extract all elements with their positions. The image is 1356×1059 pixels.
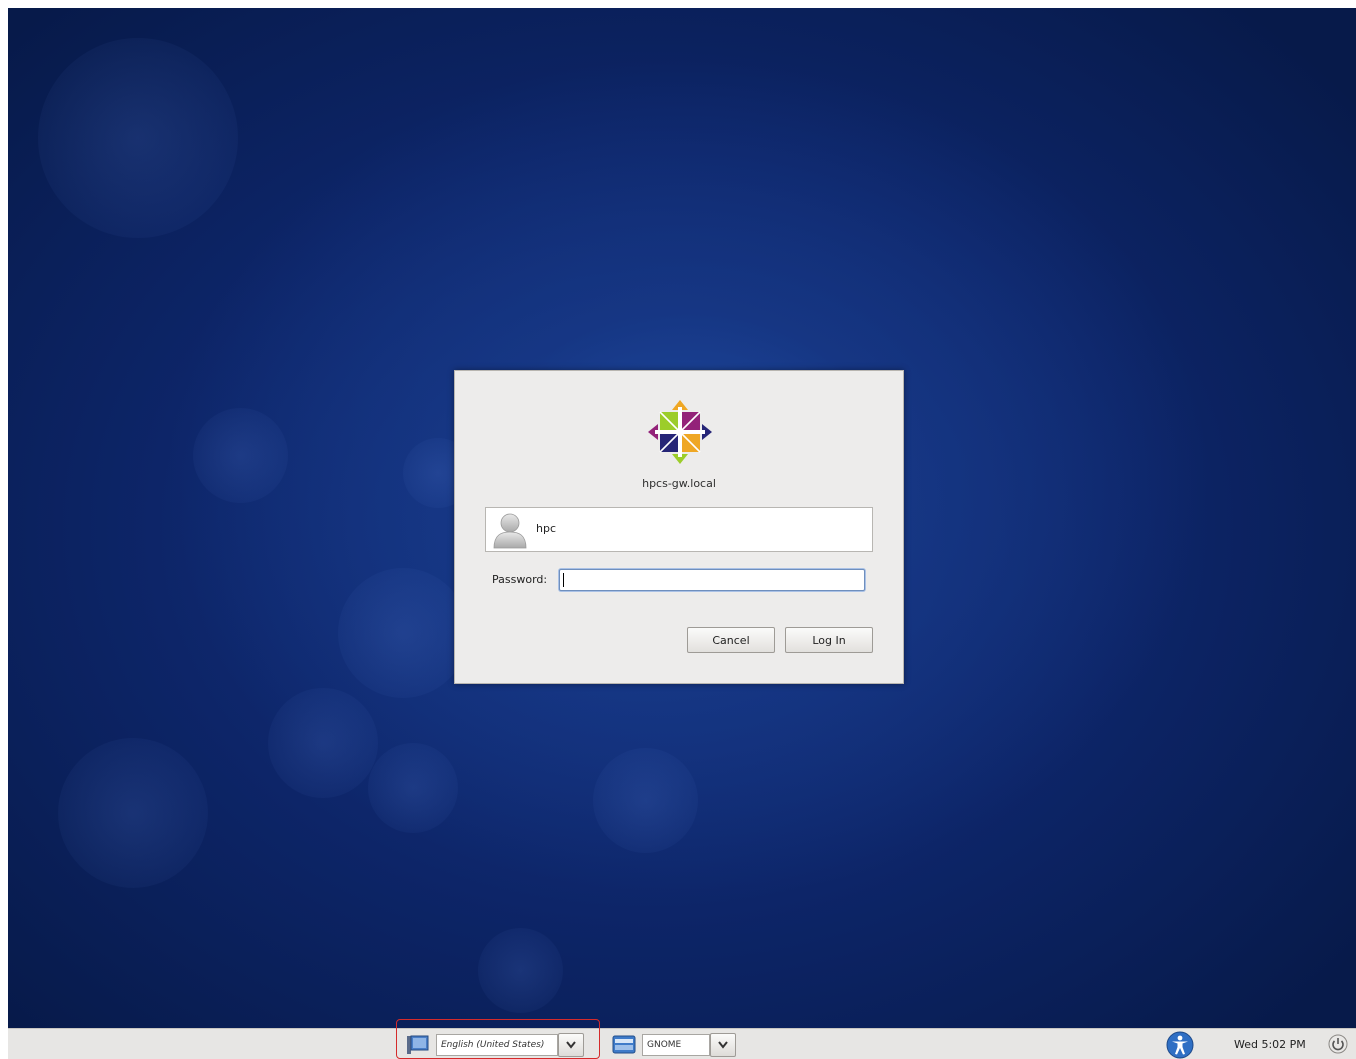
bokeh-light: [593, 748, 698, 853]
user-list-item[interactable]: hpc: [485, 507, 873, 552]
bokeh-light: [338, 568, 468, 698]
login-dialog: hpcs-gw.local hpc Password: Cancel Log I…: [454, 370, 904, 684]
bokeh-light: [478, 928, 563, 1013]
chevron-down-icon: [566, 1041, 576, 1049]
cancel-button[interactable]: Cancel: [687, 627, 775, 653]
chevron-down-icon: [718, 1041, 728, 1049]
password-label: Password:: [492, 573, 548, 586]
session-icon: [612, 1035, 636, 1054]
bokeh-light: [193, 408, 288, 503]
language-combo-field[interactable]: English (United States): [436, 1034, 558, 1056]
bottom-panel: English (United States) GNOME Wed 5:02 P…: [8, 1019, 1356, 1059]
username-label: hpc: [536, 522, 557, 535]
bokeh-light: [38, 38, 238, 238]
bokeh-light: [268, 688, 378, 798]
power-icon[interactable]: [1328, 1034, 1348, 1054]
accessibility-icon[interactable]: [1166, 1031, 1194, 1059]
bokeh-light: [58, 738, 208, 888]
language-dropdown-button[interactable]: [558, 1033, 584, 1057]
session-combo-field[interactable]: GNOME: [642, 1034, 710, 1056]
hostname-label: hpcs-gw.local: [642, 477, 716, 490]
language-flag-icon: [407, 1035, 429, 1054]
text-caret: [563, 573, 564, 587]
session-dropdown-button[interactable]: [710, 1033, 736, 1057]
bokeh-light: [368, 743, 458, 833]
centos-logo-icon: [648, 400, 712, 464]
user-avatar-icon: [493, 513, 527, 549]
log-in-button[interactable]: Log In: [785, 627, 873, 653]
password-input[interactable]: [559, 569, 865, 591]
clock-label: Wed 5:02 PM: [1234, 1038, 1306, 1051]
